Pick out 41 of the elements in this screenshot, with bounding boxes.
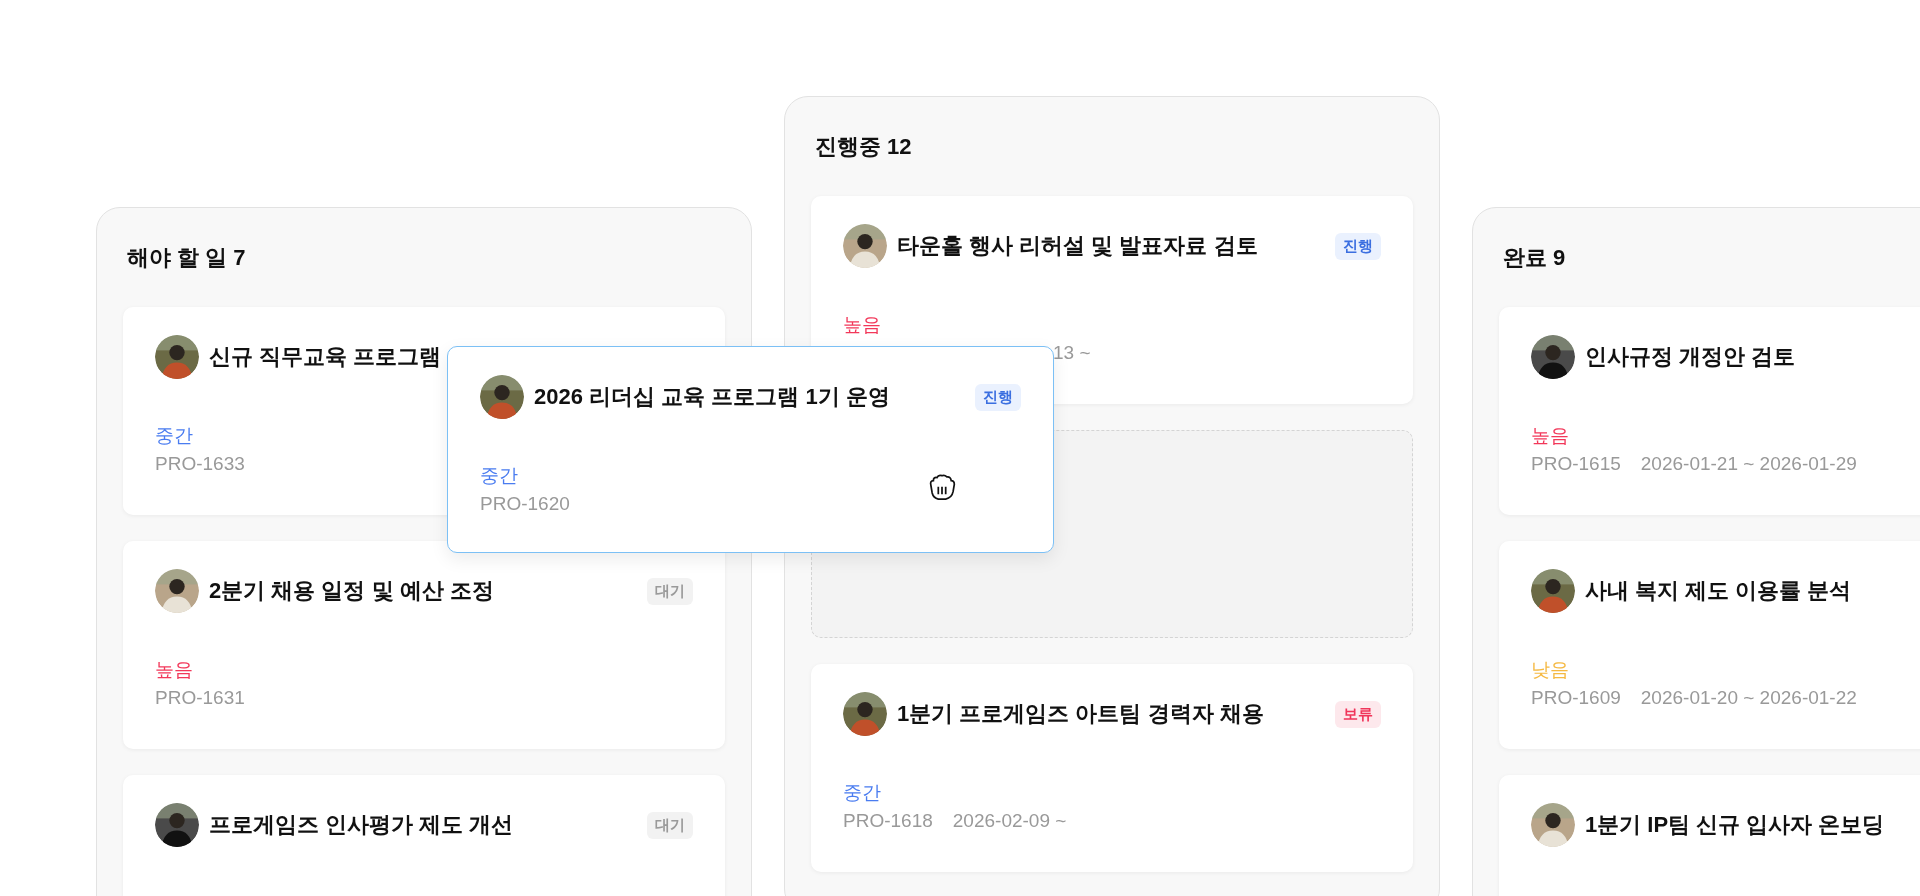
drag-preview-overlay[interactable]: 2026 리더십 교육 프로그램 1기 운영 진행 중간 PRO-1620	[447, 346, 1054, 553]
date-range: 2026-01-20 ~ 2026-01-22	[1640, 686, 1857, 710]
priority-label: 중간	[155, 424, 193, 448]
date-range: 13 ~	[1053, 341, 1091, 365]
card-title: 1분기 프로게임즈 아트팀 경력자 채용	[897, 700, 1265, 728]
priority-label: 높음	[155, 658, 193, 682]
status-badge: 진행	[975, 383, 1021, 411]
task-id: PRO-1631	[155, 686, 245, 710]
card-title: 1분기 IP팀 신규 입사자 온보딩	[1585, 811, 1886, 839]
task-id: PRO-1618	[843, 809, 933, 833]
task-id: PRO-1633	[155, 452, 245, 476]
column-title: 해야 할 일 7	[126, 244, 247, 272]
task-id: PRO-1615	[1531, 452, 1621, 476]
task-card[interactable]: 1분기 프로게임즈 아트팀 경력자 채용 보류 중간 PRO-1618 2026-02-09 ~	[811, 664, 1413, 872]
card-title: 사내 복지 제도 이용률 분석	[1585, 577, 1853, 605]
priority-label: 낮음	[1531, 658, 1569, 682]
task-card[interactable]: 1분기 IP팀 신규 입사자 온보딩	[1499, 775, 1920, 896]
task-card[interactable]: 프로게임즈 인사평가 제도 개선 대기	[123, 775, 725, 896]
priority-label: 중간	[843, 781, 881, 805]
date-range: 2026-02-09 ~	[952, 809, 1067, 833]
status-badge: 대기	[647, 577, 693, 605]
task-id: PRO-1609	[1531, 686, 1621, 710]
date-range: 2026-01-21 ~ 2026-01-29	[1640, 452, 1857, 476]
status-badge: 진행	[1335, 232, 1381, 260]
card-title: 2분기 채용 일정 및 예산 조정	[209, 577, 495, 605]
card-title: 프로게임즈 인사평가 제도 개선	[209, 811, 515, 839]
status-badge: 대기	[647, 811, 693, 839]
task-id: PRO-1620	[480, 492, 570, 516]
card-title: 신규 직무교육 프로그램	[209, 343, 443, 371]
priority-label: 중간	[480, 464, 518, 488]
card-title: 타운홀 행사 리허설 및 발표자료 검토	[897, 232, 1259, 260]
status-badge: 보류	[1335, 700, 1381, 728]
task-card[interactable]: 인사규정 개정안 검토 높음 PRO-1615 2026-01-21 ~ 2026-01-29	[1499, 307, 1920, 515]
task-card[interactable]: 2분기 채용 일정 및 예산 조정 대기 높음 PRO-1631	[123, 541, 725, 749]
card-title: 인사규정 개정안 검토	[1585, 343, 1797, 371]
column-title: 진행중 12	[814, 133, 913, 161]
column-title: 완료 9	[1502, 244, 1567, 272]
priority-label: 높음	[843, 313, 881, 337]
priority-label: 높음	[1531, 424, 1569, 448]
task-card[interactable]: 사내 복지 제도 이용률 분석 낮음 PRO-1609 2026-01-20 ~ 2026-01-22	[1499, 541, 1920, 749]
card-title: 2026 리더십 교육 프로그램 1기 운영	[534, 383, 891, 411]
